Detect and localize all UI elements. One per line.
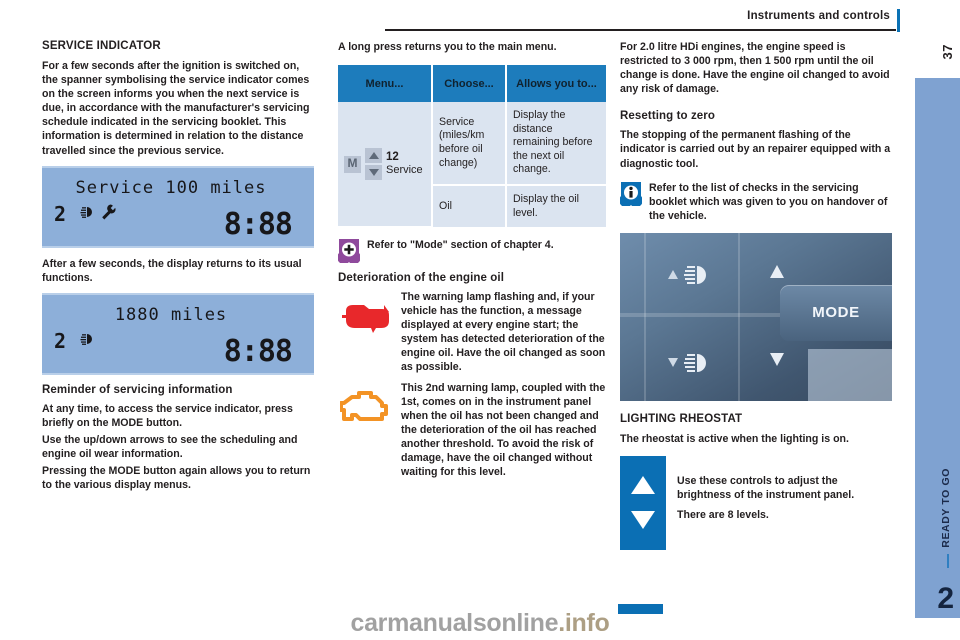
panel-seam	[644, 232, 646, 401]
headlight-adjust-up-icon[interactable]	[668, 263, 711, 287]
mode-reference-text: Refer to "Mode" section of chapter 4.	[367, 239, 554, 252]
lcd-clock-1: 8:88	[223, 206, 293, 242]
updown-arrows-icon[interactable]	[365, 148, 382, 181]
display-service-100-miles: Service 100 miles 2 8:88	[42, 165, 314, 248]
chapter-tab-divider	[947, 554, 949, 568]
rheostat-down-icon[interactable]	[631, 511, 655, 530]
mode-reference-note: Refer to "Mode" section of chapter 4.	[337, 238, 606, 265]
oil-deterioration-subheading: Deterioration of the engine oil	[338, 272, 505, 285]
arrow-down-icon[interactable]	[365, 165, 382, 181]
warning-row: This 2nd warning lamp, coupled with the …	[338, 381, 606, 479]
column-right: For 2.0 litre HDi engines, the engine sp…	[619, 40, 892, 550]
display-1880-miles: 1880 miles 2 8:88	[42, 292, 314, 375]
resetting-subheading: Resetting to zero	[620, 110, 715, 123]
lcd-top-text-2: 1880 miles	[114, 304, 228, 325]
rheostat-text-block: Use these controls to adjust the brightn…	[677, 456, 892, 528]
mode-key-icon[interactable]: M	[344, 155, 361, 173]
rheostat-control-block: Use these controls to adjust the brightn…	[620, 455, 892, 550]
rheostat-buttons[interactable]	[620, 455, 666, 550]
long-press-text: A long press returns you to the main men…	[338, 41, 557, 53]
menu-control-group: M 12 Service	[344, 148, 425, 181]
manual-page: Instruments and controls 37 READY TO GO …	[0, 0, 960, 640]
servicing-booklet-text: Refer to the list of checks in the servi…	[649, 181, 888, 222]
lcd-icon-group-1	[80, 204, 116, 226]
rheostat-up-icon[interactable]	[631, 476, 655, 495]
reminder-para-2: Use the up/down arrows to see the schedu…	[42, 434, 298, 461]
lighting-rheostat-heading: LIGHTING RHEOSTAT	[620, 412, 743, 425]
table-cell-allows: Display the distance remaining before th…	[506, 102, 606, 187]
rheostat-text-2: There are 8 levels.	[677, 508, 769, 521]
watermark-name: carmanualsonline	[350, 609, 559, 637]
warning-text-2: This 2nd warning lamp, coupled with the …	[401, 382, 606, 479]
lamp-icon	[80, 204, 97, 225]
service-indicator-intro: For a few seconds after the ignition is …	[42, 60, 310, 157]
lcd-clock-2: 8:88	[223, 333, 293, 369]
menu-cell-label: 12 Service	[386, 151, 423, 177]
column-left: SERVICE INDICATOR For a few seconds afte…	[42, 40, 314, 500]
info-shield-icon	[619, 181, 643, 207]
arrow-down-icon[interactable]	[770, 352, 784, 366]
menu-table: Menu... Choose... Allows you to... M 12 …	[338, 65, 606, 229]
watermark-suffix: .info	[558, 609, 610, 637]
servicing-booklet-note: Refer to the list of checks in the servi…	[619, 181, 892, 223]
mode-button[interactable]: MODE	[780, 284, 892, 341]
lcd-icon-group-2	[80, 331, 97, 352]
table-header-row: Menu... Choose... Allows you to...	[338, 65, 606, 103]
page-number: 37	[940, 44, 955, 60]
site-watermark: carmanualsonline.info	[0, 609, 960, 638]
table-cell-allows: Display the oil level.	[506, 185, 606, 228]
arrow-up-icon[interactable]	[365, 148, 382, 164]
reminder-para-1: At any time, to access the service indic…	[42, 402, 293, 429]
table-header-menu: Menu...	[338, 65, 433, 103]
dashboard-controls-photo: MODE	[620, 232, 892, 401]
chapter-side-tab	[915, 78, 960, 618]
rheostat-text-1: Use these controls to adjust the brightn…	[677, 474, 855, 501]
page-title: Instruments and controls	[747, 10, 890, 22]
chapter-tab-label: READY TO GO	[940, 468, 952, 548]
table-header-choose: Choose...	[432, 65, 507, 103]
arrow-up-icon[interactable]	[770, 264, 784, 278]
reminder-subheading: Reminder of servicing information	[42, 383, 233, 396]
lcd-gear-1: 2	[54, 201, 67, 226]
oil-pressure-warning-lamp-icon	[338, 290, 392, 344]
header-rule	[385, 29, 896, 31]
warning-row: The warning lamp flashing and, if your v…	[338, 290, 606, 374]
reminder-para-3: Pressing the MODE button again allows yo…	[42, 465, 311, 492]
menu-cell-number: 12	[386, 151, 399, 164]
rheostat-active-text: The rheostat is active when the lighting…	[620, 432, 849, 445]
engine-check-warning-lamp-icon	[338, 381, 392, 435]
table-cell-choose: Oil	[432, 185, 507, 228]
warning-text-1: The warning lamp flashing and, if your v…	[401, 291, 606, 374]
lcd-top-text-1: Service 100 miles	[75, 177, 267, 198]
panel-seam	[738, 232, 740, 401]
hdi-engine-para: For 2.0 litre HDi engines, the engine sp…	[620, 41, 890, 96]
column-middle: A long press returns you to the main men…	[337, 40, 606, 486]
header-accent-tick	[897, 9, 900, 32]
table-header-allows: Allows you to...	[506, 65, 606, 103]
lcd-gear-2: 2	[54, 328, 67, 353]
spanner-icon	[100, 204, 116, 226]
plus-shield-icon	[337, 238, 361, 265]
lamp-icon	[80, 331, 97, 352]
panel-blank-plate	[808, 348, 892, 401]
service-indicator-heading: SERVICE INDICATOR	[42, 40, 161, 52]
resetting-para: The stopping of the permanent flashing o…	[620, 129, 891, 170]
headlight-adjust-down-icon[interactable]	[668, 351, 711, 375]
after-few-seconds-text: After a few seconds, the display returns…	[42, 257, 302, 284]
table-cell-choose: Service (miles/km before oil change)	[432, 102, 507, 187]
menu-cell-name: Service	[386, 164, 423, 177]
table-row: M 12 Service Service (miles/km before oi	[338, 102, 606, 229]
menu-service-cell: M 12 Service	[338, 102, 433, 229]
